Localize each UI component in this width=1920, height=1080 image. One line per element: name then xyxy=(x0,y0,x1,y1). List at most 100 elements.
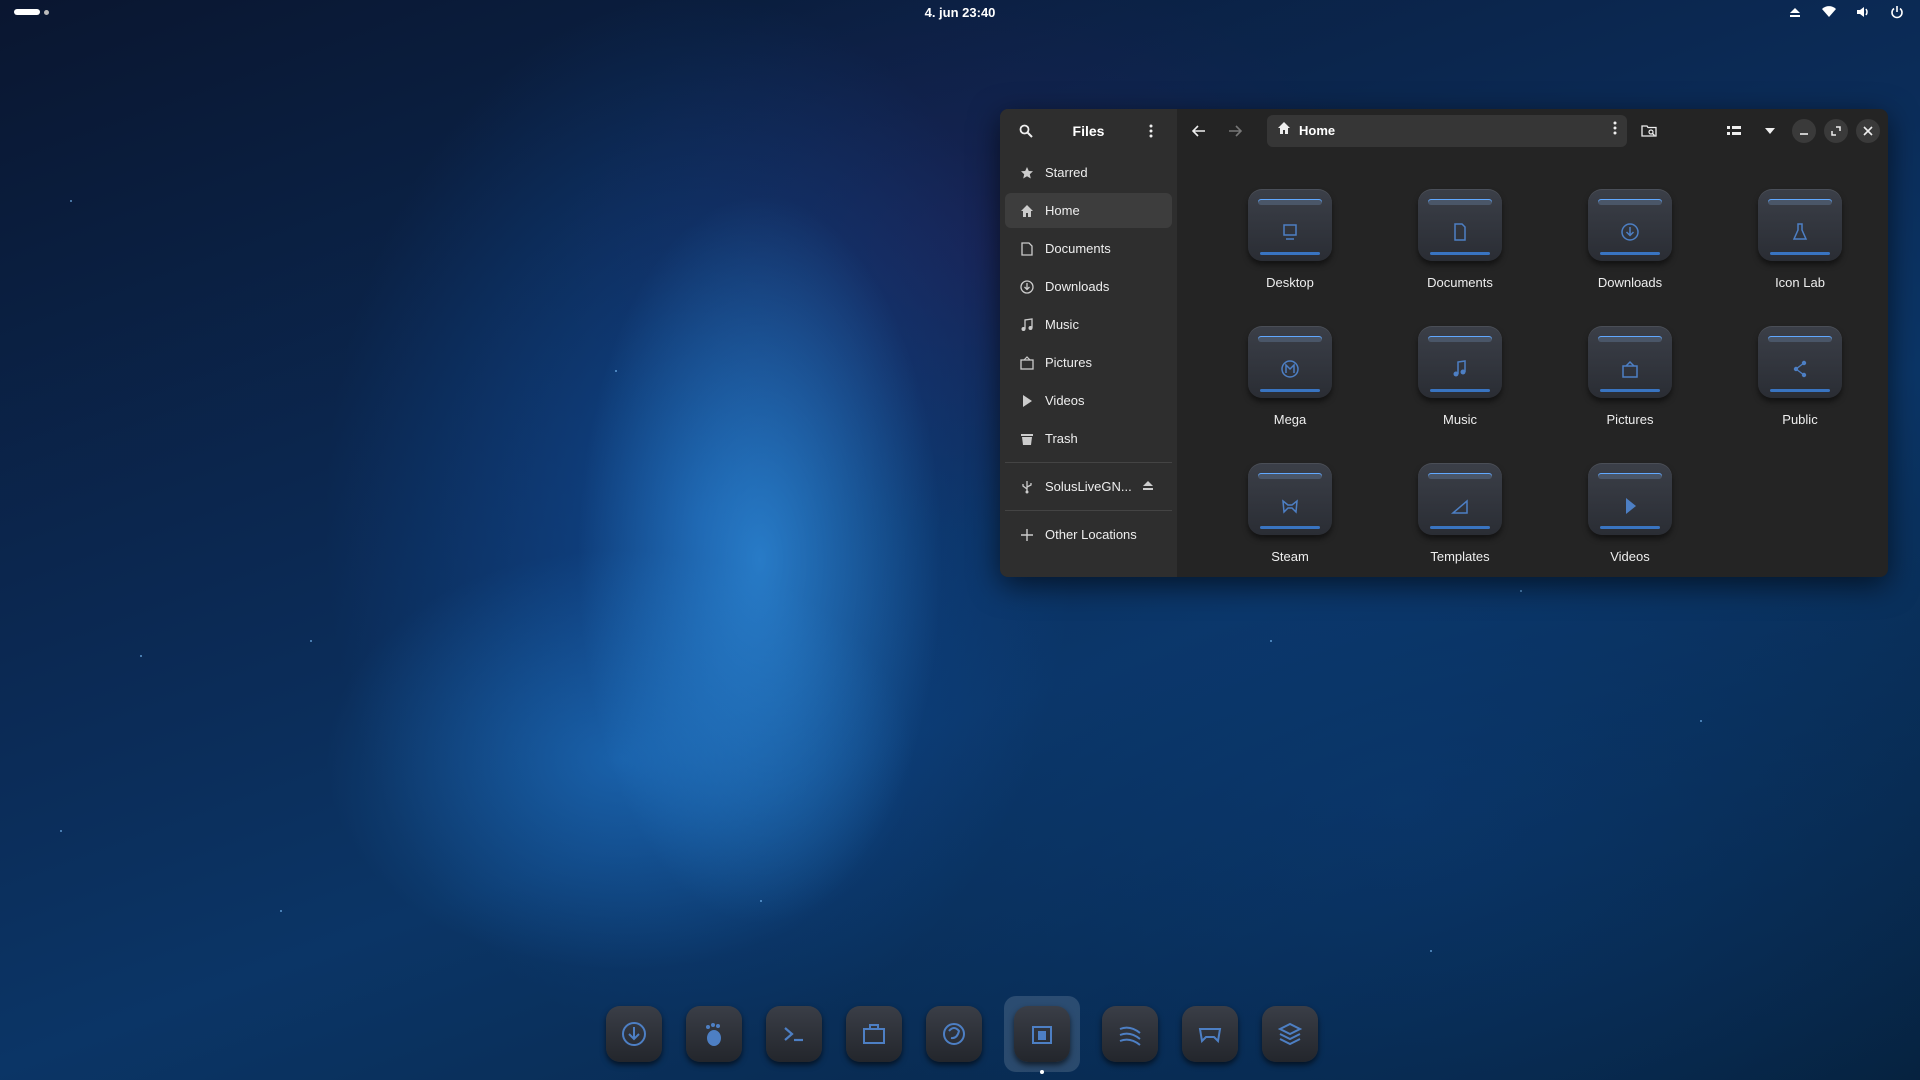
play-icon xyxy=(1019,393,1035,409)
file-label: Desktop xyxy=(1266,275,1314,290)
app-title: Files xyxy=(1072,122,1105,139)
sidebar-item-label: Other Locations xyxy=(1045,527,1137,542)
view-mode-button[interactable] xyxy=(1720,117,1748,145)
folder-templates[interactable]: Templates xyxy=(1375,463,1545,577)
templates-icon xyxy=(1418,463,1502,535)
pictures-icon xyxy=(1588,326,1672,398)
folder-search-icon xyxy=(1641,124,1657,137)
file-label: Templates xyxy=(1430,549,1490,564)
folder-music[interactable]: Music xyxy=(1375,326,1545,463)
download-icon xyxy=(1588,189,1672,261)
search-folder-button[interactable] xyxy=(1635,117,1663,145)
maximize-button[interactable] xyxy=(1824,118,1848,143)
sidebar-item-label: Documents xyxy=(1045,241,1111,256)
home-icon xyxy=(1019,203,1035,219)
dock-software-center[interactable] xyxy=(604,1003,664,1065)
sidebar: Files Starred Home Documents Downloads M… xyxy=(1000,109,1177,577)
stream-icon xyxy=(1119,1026,1141,1046)
file-label: Videos xyxy=(1610,549,1650,564)
view-options-button[interactable] xyxy=(1756,117,1784,145)
wifi-icon[interactable] xyxy=(1820,3,1838,21)
document-icon xyxy=(1019,241,1035,257)
folder-steam[interactable]: Steam xyxy=(1205,463,1375,577)
dock-games[interactable] xyxy=(1180,1003,1240,1065)
sidebar-item-home[interactable]: Home xyxy=(1005,193,1172,228)
folder-desktop[interactable]: Desktop xyxy=(1205,189,1375,326)
folder-downloads[interactable]: Downloads xyxy=(1545,189,1715,326)
forward-button[interactable] xyxy=(1221,117,1249,145)
back-button[interactable] xyxy=(1185,117,1213,145)
sidebar-item-label: Home xyxy=(1045,203,1080,218)
main-menu-button[interactable] xyxy=(1137,117,1165,145)
briefcase-icon xyxy=(863,1024,885,1044)
toolbar: Home xyxy=(1177,109,1888,152)
file-label: Music xyxy=(1443,412,1477,427)
pictures-icon xyxy=(1019,355,1035,371)
dock-terminal[interactable] xyxy=(764,1003,824,1065)
sidebar-item-trash[interactable]: Trash xyxy=(1005,421,1172,456)
folder-icon-lab[interactable]: Icon Lab xyxy=(1715,189,1885,326)
folder-pictures[interactable]: Pictures xyxy=(1545,326,1715,463)
path-label: Home xyxy=(1299,123,1336,138)
sidebar-item-documents[interactable]: Documents xyxy=(1005,231,1172,266)
file-label: Mega xyxy=(1273,412,1307,427)
volume-icon[interactable] xyxy=(1854,3,1872,21)
sidebar-item-pictures[interactable]: Pictures xyxy=(1005,345,1172,380)
dock xyxy=(604,996,1320,1074)
folder-videos[interactable]: Videos xyxy=(1545,463,1715,577)
dock-stream[interactable] xyxy=(1100,1003,1160,1065)
mega-icon xyxy=(1248,326,1332,398)
eject-icon[interactable] xyxy=(1786,3,1804,21)
sidebar-item-label: Pictures xyxy=(1045,355,1092,370)
power-icon[interactable] xyxy=(1888,3,1906,21)
usb-icon xyxy=(1019,479,1035,495)
files-window: Files Starred Home Documents Downloads M… xyxy=(1000,109,1888,577)
play-icon xyxy=(1588,463,1672,535)
sidebar-item-music[interactable]: Music xyxy=(1005,307,1172,342)
folder-public[interactable]: Public xyxy=(1715,326,1885,463)
dock-layers[interactable] xyxy=(1260,1003,1320,1065)
sidebar-separator xyxy=(1005,510,1172,511)
dock-gnome[interactable] xyxy=(684,1003,744,1065)
files-icon xyxy=(1032,1026,1052,1044)
firefox-icon xyxy=(943,1023,965,1045)
folder-documents[interactable]: Documents xyxy=(1375,189,1545,326)
arrow-left-icon xyxy=(1192,124,1205,137)
minimize-button[interactable] xyxy=(1792,118,1816,143)
trash-icon xyxy=(1019,431,1035,447)
sidebar-item-device[interactable]: SolusLiveGN... xyxy=(1005,469,1172,504)
sidebar-item-label: Videos xyxy=(1045,393,1085,408)
search-icon xyxy=(1019,124,1033,138)
sidebar-item-starred[interactable]: Starred xyxy=(1005,155,1172,190)
top-bar: 4. jun 23:40 xyxy=(0,0,1920,25)
sidebar-item-videos[interactable]: Videos xyxy=(1005,383,1172,418)
dock-briefcase[interactable] xyxy=(844,1003,904,1065)
running-indicator xyxy=(1040,1070,1044,1074)
file-label: Icon Lab xyxy=(1775,275,1825,290)
path-menu-icon[interactable] xyxy=(1613,121,1617,140)
sidebar-item-other-locations[interactable]: Other Locations xyxy=(1005,517,1172,552)
plus-icon xyxy=(1019,527,1035,543)
terminal-icon xyxy=(784,1027,803,1042)
file-label: Pictures xyxy=(1606,412,1654,427)
home-icon xyxy=(1277,121,1291,140)
sidebar-item-downloads[interactable]: Downloads xyxy=(1005,269,1172,304)
search-button[interactable] xyxy=(1012,117,1040,145)
dock-firefox[interactable] xyxy=(924,1003,984,1065)
layers-icon xyxy=(1277,1022,1303,1046)
download-icon xyxy=(1019,279,1035,295)
eject-icon[interactable] xyxy=(1142,479,1154,494)
list-view-icon xyxy=(1727,125,1741,135)
share-icon xyxy=(1758,326,1842,398)
path-bar[interactable]: Home xyxy=(1267,114,1627,147)
clock[interactable]: 4. jun 23:40 xyxy=(0,5,1920,20)
folder-mega[interactable]: Mega xyxy=(1205,326,1375,463)
sidebar-separator xyxy=(1005,462,1172,463)
file-grid: Desktop Documents Downloads Icon Lab Meg… xyxy=(1205,189,1885,577)
document-icon xyxy=(1418,189,1502,261)
close-button[interactable] xyxy=(1856,118,1880,143)
sidebar-item-label: Trash xyxy=(1045,431,1078,446)
system-tray[interactable] xyxy=(1786,3,1906,21)
dock-files[interactable] xyxy=(1004,996,1080,1074)
flask-icon xyxy=(1758,189,1842,261)
